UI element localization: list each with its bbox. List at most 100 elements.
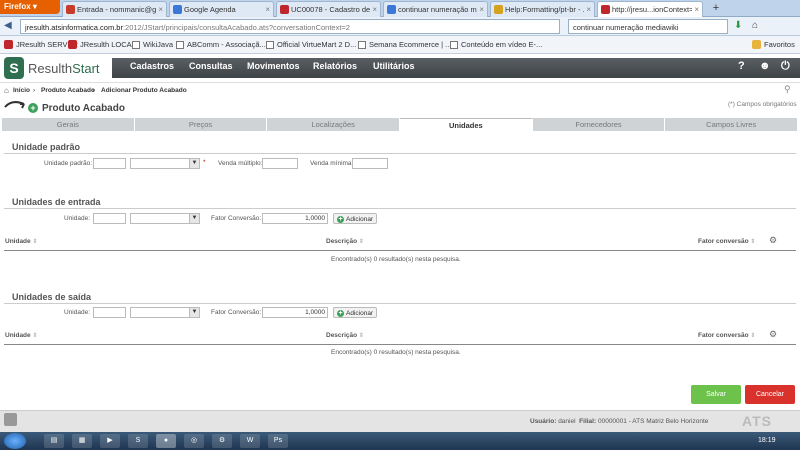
back-icon[interactable]: ◀ <box>4 20 12 31</box>
entrada-col-fator[interactable]: Fator conversão ⇕ <box>698 238 755 245</box>
search-input[interactable]: continuar numeração mediawiki <box>568 19 728 34</box>
menu-cadastros[interactable]: Cadastros <box>130 61 174 71</box>
tab-gerais[interactable]: Gerais <box>2 118 135 131</box>
section-divider <box>4 303 796 304</box>
browser-tab[interactable]: Entrada - nommanic@g... × <box>62 1 167 17</box>
section-title-unidades-saida: Unidades de saída <box>12 292 92 302</box>
explorer-icon[interactable]: ▤ <box>44 434 64 448</box>
power-icon[interactable]: ⏻ <box>781 60 790 73</box>
entrada-unidade-input[interactable] <box>93 213 126 224</box>
unidade-padrao-select[interactable]: ▼ <box>130 158 200 169</box>
menu-utilitarios[interactable]: Utilitários <box>373 61 415 71</box>
download-icon[interactable]: ⬇ <box>734 20 742 31</box>
settings-icon[interactable]: ⚙ <box>212 434 232 448</box>
home-icon[interactable]: ⌂ <box>752 20 758 31</box>
sort-icon: ⇕ <box>750 239 756 245</box>
saida-col-unidade[interactable]: Unidade ⇕ <box>5 332 38 339</box>
tab-campos-livres[interactable]: Campos Livres <box>665 118 799 131</box>
back-arrow-icon[interactable] <box>4 101 26 111</box>
network-icon[interactable]: ◎ <box>184 434 204 448</box>
saida-col-descricao[interactable]: Descrição ⇕ <box>326 332 364 339</box>
search-icon[interactable]: ⚲ <box>784 84 791 95</box>
gear-icon[interactable]: ⚙ <box>769 329 777 340</box>
bookmark-item[interactable]: Official VirtueMart 2 D... <box>266 40 356 49</box>
close-icon[interactable]: × <box>158 5 163 14</box>
save-button[interactable]: Salvar <box>691 385 741 404</box>
venda-multiplo-input[interactable] <box>262 158 298 169</box>
saida-unidade-label: Unidade: <box>64 309 91 316</box>
entrada-add-button[interactable]: + Adicionar <box>333 213 378 224</box>
help-icon[interactable]: ? <box>738 60 745 72</box>
folder-icon[interactable]: ▦ <box>72 434 92 448</box>
tab-unidades[interactable]: Unidades <box>400 118 533 131</box>
chevron-down-icon: ▼ <box>189 214 199 223</box>
browser-tab[interactable]: UC00078 - Cadastro de p...× <box>276 1 381 17</box>
word-icon[interactable]: W <box>240 434 260 448</box>
cancel-button[interactable]: Cancelar <box>745 385 795 404</box>
bookmark-item[interactable]: JResulth LOCAL <box>68 40 136 49</box>
firefox-menu-button[interactable]: Firefox ▾ <box>0 0 60 14</box>
page-title: Produto Acabado <box>42 103 125 114</box>
taskbar <box>0 432 800 450</box>
column-header-label: Descrição <box>326 332 358 339</box>
saida-unidade-select[interactable]: ▼ <box>130 307 200 318</box>
menu-movimentos[interactable]: Movimentos <box>247 61 300 71</box>
start-button[interactable] <box>4 433 26 449</box>
saida-col-fator[interactable]: Fator conversão ⇕ <box>698 332 755 339</box>
new-tab-button[interactable]: + <box>705 2 727 16</box>
close-icon[interactable]: × <box>372 5 377 14</box>
bookmark-item[interactable]: Conteúdo em vídeo E-... <box>450 40 542 49</box>
entrada-col-descricao[interactable]: Descrição ⇕ <box>326 238 364 245</box>
menu-consultas[interactable]: Consultas <box>189 61 233 71</box>
saida-unidade-input[interactable] <box>93 307 126 318</box>
firefox-icon[interactable]: ● <box>156 434 176 448</box>
user-icon[interactable]: ☻ <box>759 60 771 72</box>
close-icon[interactable]: × <box>479 5 484 14</box>
page-icon <box>450 40 458 49</box>
status-info: Usuário: daniel Filial: 00000001 - ATS M… <box>530 418 708 425</box>
home-icon[interactable]: ⌂ <box>4 86 9 95</box>
breadcrumb-produto[interactable]: Produto Acabado <box>41 87 95 94</box>
add-button-label: Adicionar <box>346 309 374 317</box>
venda-minima-input[interactable] <box>352 158 388 169</box>
browser-tab[interactable]: Google Agenda × <box>169 1 274 17</box>
bookmark-item[interactable]: Semana Ecommerce | ... <box>358 40 451 49</box>
section-title-unidades-entrada: Unidades de entrada <box>12 197 101 207</box>
ats-icon <box>280 5 289 14</box>
close-icon[interactable]: × <box>694 5 699 14</box>
venda-multiplo-label: Venda múltiplo: <box>218 160 263 167</box>
entrada-empty-message: Encontrado(s) 0 resultado(s) nesta pesqu… <box>331 256 461 263</box>
browser-tab[interactable]: continuar numeração m... × <box>383 1 488 17</box>
bookmarks-menu[interactable]: Favoritos <box>752 40 795 49</box>
unidade-padrao-input[interactable] <box>93 158 126 169</box>
browser-tab[interactable]: Help:Formatting/pt-br - ... × <box>490 1 595 17</box>
close-icon[interactable]: × <box>265 5 270 14</box>
bookmark-item[interactable]: WikiJava <box>132 40 173 49</box>
media-icon[interactable]: ▶ <box>100 434 120 448</box>
url-bar[interactable]: jresulth.atsinformatica.com.br:2012/JSta… <box>20 19 560 34</box>
browser-tab-active[interactable]: http://jresu...ionContext=2 × <box>597 1 703 17</box>
page-icon <box>266 40 274 49</box>
user-label: Usuário: <box>530 418 557 425</box>
entrada-unidade-select[interactable]: ▼ <box>130 213 200 224</box>
browser-tab-label: Help:Formatting/pt-br - ... <box>505 5 585 14</box>
bookmark-item[interactable]: JResulth SERVER <box>4 40 78 49</box>
browser-tab-label: continuar numeração m... <box>398 5 478 14</box>
entrada-fator-input[interactable]: 1,0000 <box>262 213 328 224</box>
branch-label: Filial: <box>579 418 597 425</box>
toggle-panel-icon[interactable] <box>4 413 17 426</box>
tab-localizacoes[interactable]: Localizações <box>267 118 401 131</box>
saida-add-button[interactable]: + Adicionar <box>333 307 378 318</box>
gear-icon[interactable]: ⚙ <box>769 235 777 246</box>
close-icon[interactable]: × <box>586 5 591 14</box>
breadcrumb-inicio[interactable]: Início <box>13 87 30 94</box>
saida-fator-input[interactable]: 1,0000 <box>262 307 328 318</box>
bookmark-item[interactable]: ABComm - Associaçã... <box>176 40 266 49</box>
wiki-icon <box>494 5 503 14</box>
tab-fornecedores[interactable]: Fornecedores <box>532 118 666 131</box>
tab-precos[interactable]: Preços <box>134 118 268 131</box>
menu-relatorios[interactable]: Relatórios <box>313 61 357 71</box>
photoshop-icon[interactable]: Ps <box>268 434 288 448</box>
entrada-col-unidade[interactable]: Unidade ⇕ <box>5 238 38 245</box>
skype-icon[interactable]: S <box>128 434 148 448</box>
